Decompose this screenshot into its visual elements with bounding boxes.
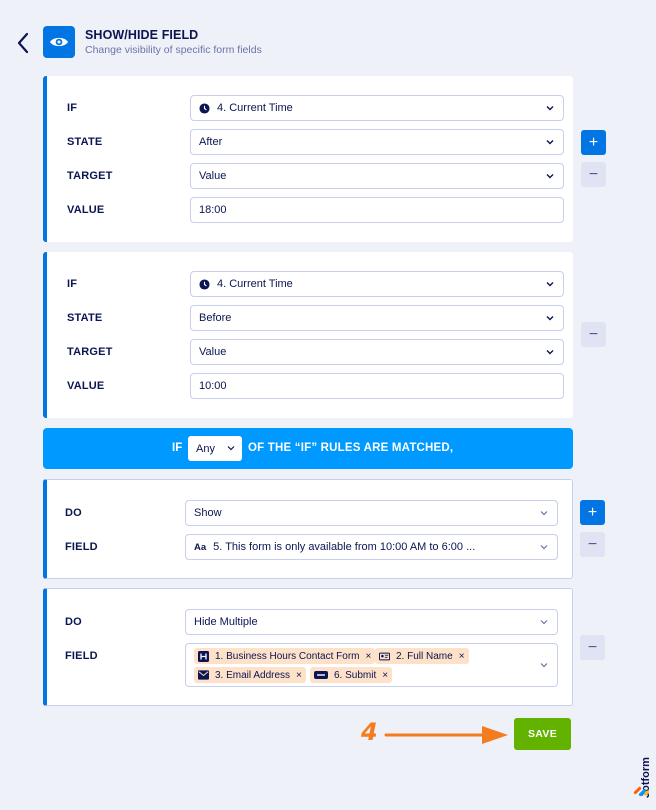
value-input[interactable]: 18:00 (190, 197, 564, 223)
back-arrow-icon[interactable] (14, 30, 32, 56)
do-value: Show (194, 507, 222, 519)
clock-icon (199, 278, 210, 290)
target-label: TARGET (67, 170, 113, 182)
field-tag-label: 6. Submit (334, 669, 377, 681)
envelope-icon (198, 670, 209, 681)
state-label: STATE (67, 312, 103, 324)
banner-rest-text: OF THE “IF” RULES ARE MATCHED, (248, 442, 454, 454)
chevron-down-icon (546, 282, 554, 287)
state-value: After (199, 136, 223, 148)
clock-icon (199, 102, 210, 114)
field-select[interactable]: Aa 5. This form is only available from 1… (185, 534, 558, 560)
remove-tag-icon[interactable]: × (459, 651, 465, 662)
match-rule-banner: IF Any OF THE “IF” RULES ARE MATCHED, (43, 428, 573, 469)
chevron-down-icon (546, 140, 554, 145)
remove-tag-icon[interactable]: × (366, 651, 372, 662)
target-select[interactable]: Value (190, 163, 564, 189)
field-tag: 6. Submit × (310, 667, 393, 683)
chevron-down-icon (546, 106, 554, 111)
remove-condition-button[interactable]: − (581, 322, 606, 347)
chevron-down-icon (540, 511, 548, 516)
value-text: 10:00 (199, 380, 227, 392)
field-label: FIELD (65, 650, 98, 662)
do-value: Hide Multiple (194, 616, 258, 628)
action-card-2: DO Hide Multiple FIELD 1. Business Hours… (43, 588, 573, 706)
heading-icon (198, 650, 209, 662)
remove-condition-button[interactable]: − (581, 162, 606, 187)
jotform-logo: Jotform (632, 730, 654, 800)
multi-field-select[interactable]: 1. Business Hours Contact Form × 2. Full… (185, 643, 558, 687)
remove-action-button[interactable]: − (580, 532, 605, 557)
banner-if-label: IF (172, 442, 183, 454)
add-condition-button[interactable]: + (581, 130, 606, 155)
match-type-select[interactable]: Any (188, 436, 242, 461)
do-label: DO (65, 616, 82, 628)
state-label: STATE (67, 136, 103, 148)
remove-action-button[interactable]: − (580, 635, 605, 660)
chevron-down-icon (546, 174, 554, 179)
if-label: IF (67, 102, 78, 114)
state-select[interactable]: Before (190, 305, 564, 331)
value-label: VALUE (67, 204, 105, 216)
do-select[interactable]: Hide Multiple (185, 609, 558, 635)
target-select[interactable]: Value (190, 339, 564, 365)
target-value: Value (199, 346, 227, 358)
field-tag: 3. Email Address × (194, 667, 306, 683)
page-title: SHOW/HIDE FIELD (85, 28, 199, 42)
chevron-down-icon (227, 446, 235, 451)
text-icon: Aa (194, 541, 207, 553)
save-button[interactable]: SAVE (514, 718, 571, 750)
field-tag-label: 1. Business Hours Contact Form (215, 650, 360, 662)
value-text: 18:00 (199, 204, 227, 216)
header: SHOW/HIDE FIELD Change visibility of spe… (0, 0, 656, 70)
state-select[interactable]: After (190, 129, 564, 155)
add-action-button[interactable]: + (580, 500, 605, 525)
submit-button-icon (314, 670, 328, 681)
value-input[interactable]: 10:00 (190, 373, 564, 399)
state-value: Before (199, 312, 232, 324)
if-value: 4. Current Time (217, 102, 293, 114)
field-label: FIELD (65, 541, 98, 553)
chevron-down-icon (540, 620, 548, 625)
chevron-down-icon (546, 316, 554, 321)
if-select[interactable]: 4. Current Time (190, 95, 564, 121)
field-value: 5. This form is only available from 10:0… (213, 541, 476, 553)
if-value: 4. Current Time (217, 278, 293, 290)
target-value: Value (199, 170, 227, 182)
do-select[interactable]: Show (185, 500, 558, 526)
field-tag: 1. Business Hours Contact Form × (194, 648, 376, 664)
chevron-down-icon (540, 545, 548, 550)
step-number-annotation: 4 (361, 718, 378, 746)
condition-card-2: IF 4. Current Time STATE Before TARGET V… (43, 252, 573, 418)
field-tag-label: 3. Email Address (215, 669, 291, 681)
name-card-icon (379, 651, 390, 662)
action-card-1: DO Show FIELD Aa 5. This form is only av… (43, 479, 573, 579)
if-label: IF (67, 278, 78, 290)
chevron-down-icon (540, 663, 548, 668)
chevron-down-icon (546, 350, 554, 355)
eye-icon (43, 26, 75, 58)
if-select[interactable]: 4. Current Time (190, 271, 564, 297)
target-label: TARGET (67, 346, 113, 358)
field-tag-label: 2. Full Name (396, 650, 453, 662)
pointer-arrow-annotation (384, 726, 508, 744)
page-subtitle: Change visibility of specific form field… (85, 44, 262, 56)
field-tag: 2. Full Name × (375, 648, 469, 664)
do-label: DO (65, 507, 82, 519)
condition-card-1: IF 4. Current Time STATE After TARGET Va… (43, 76, 573, 242)
remove-tag-icon[interactable]: × (382, 670, 388, 681)
value-label: VALUE (67, 380, 105, 392)
match-type-value: Any (196, 442, 215, 455)
remove-tag-icon[interactable]: × (296, 670, 302, 681)
